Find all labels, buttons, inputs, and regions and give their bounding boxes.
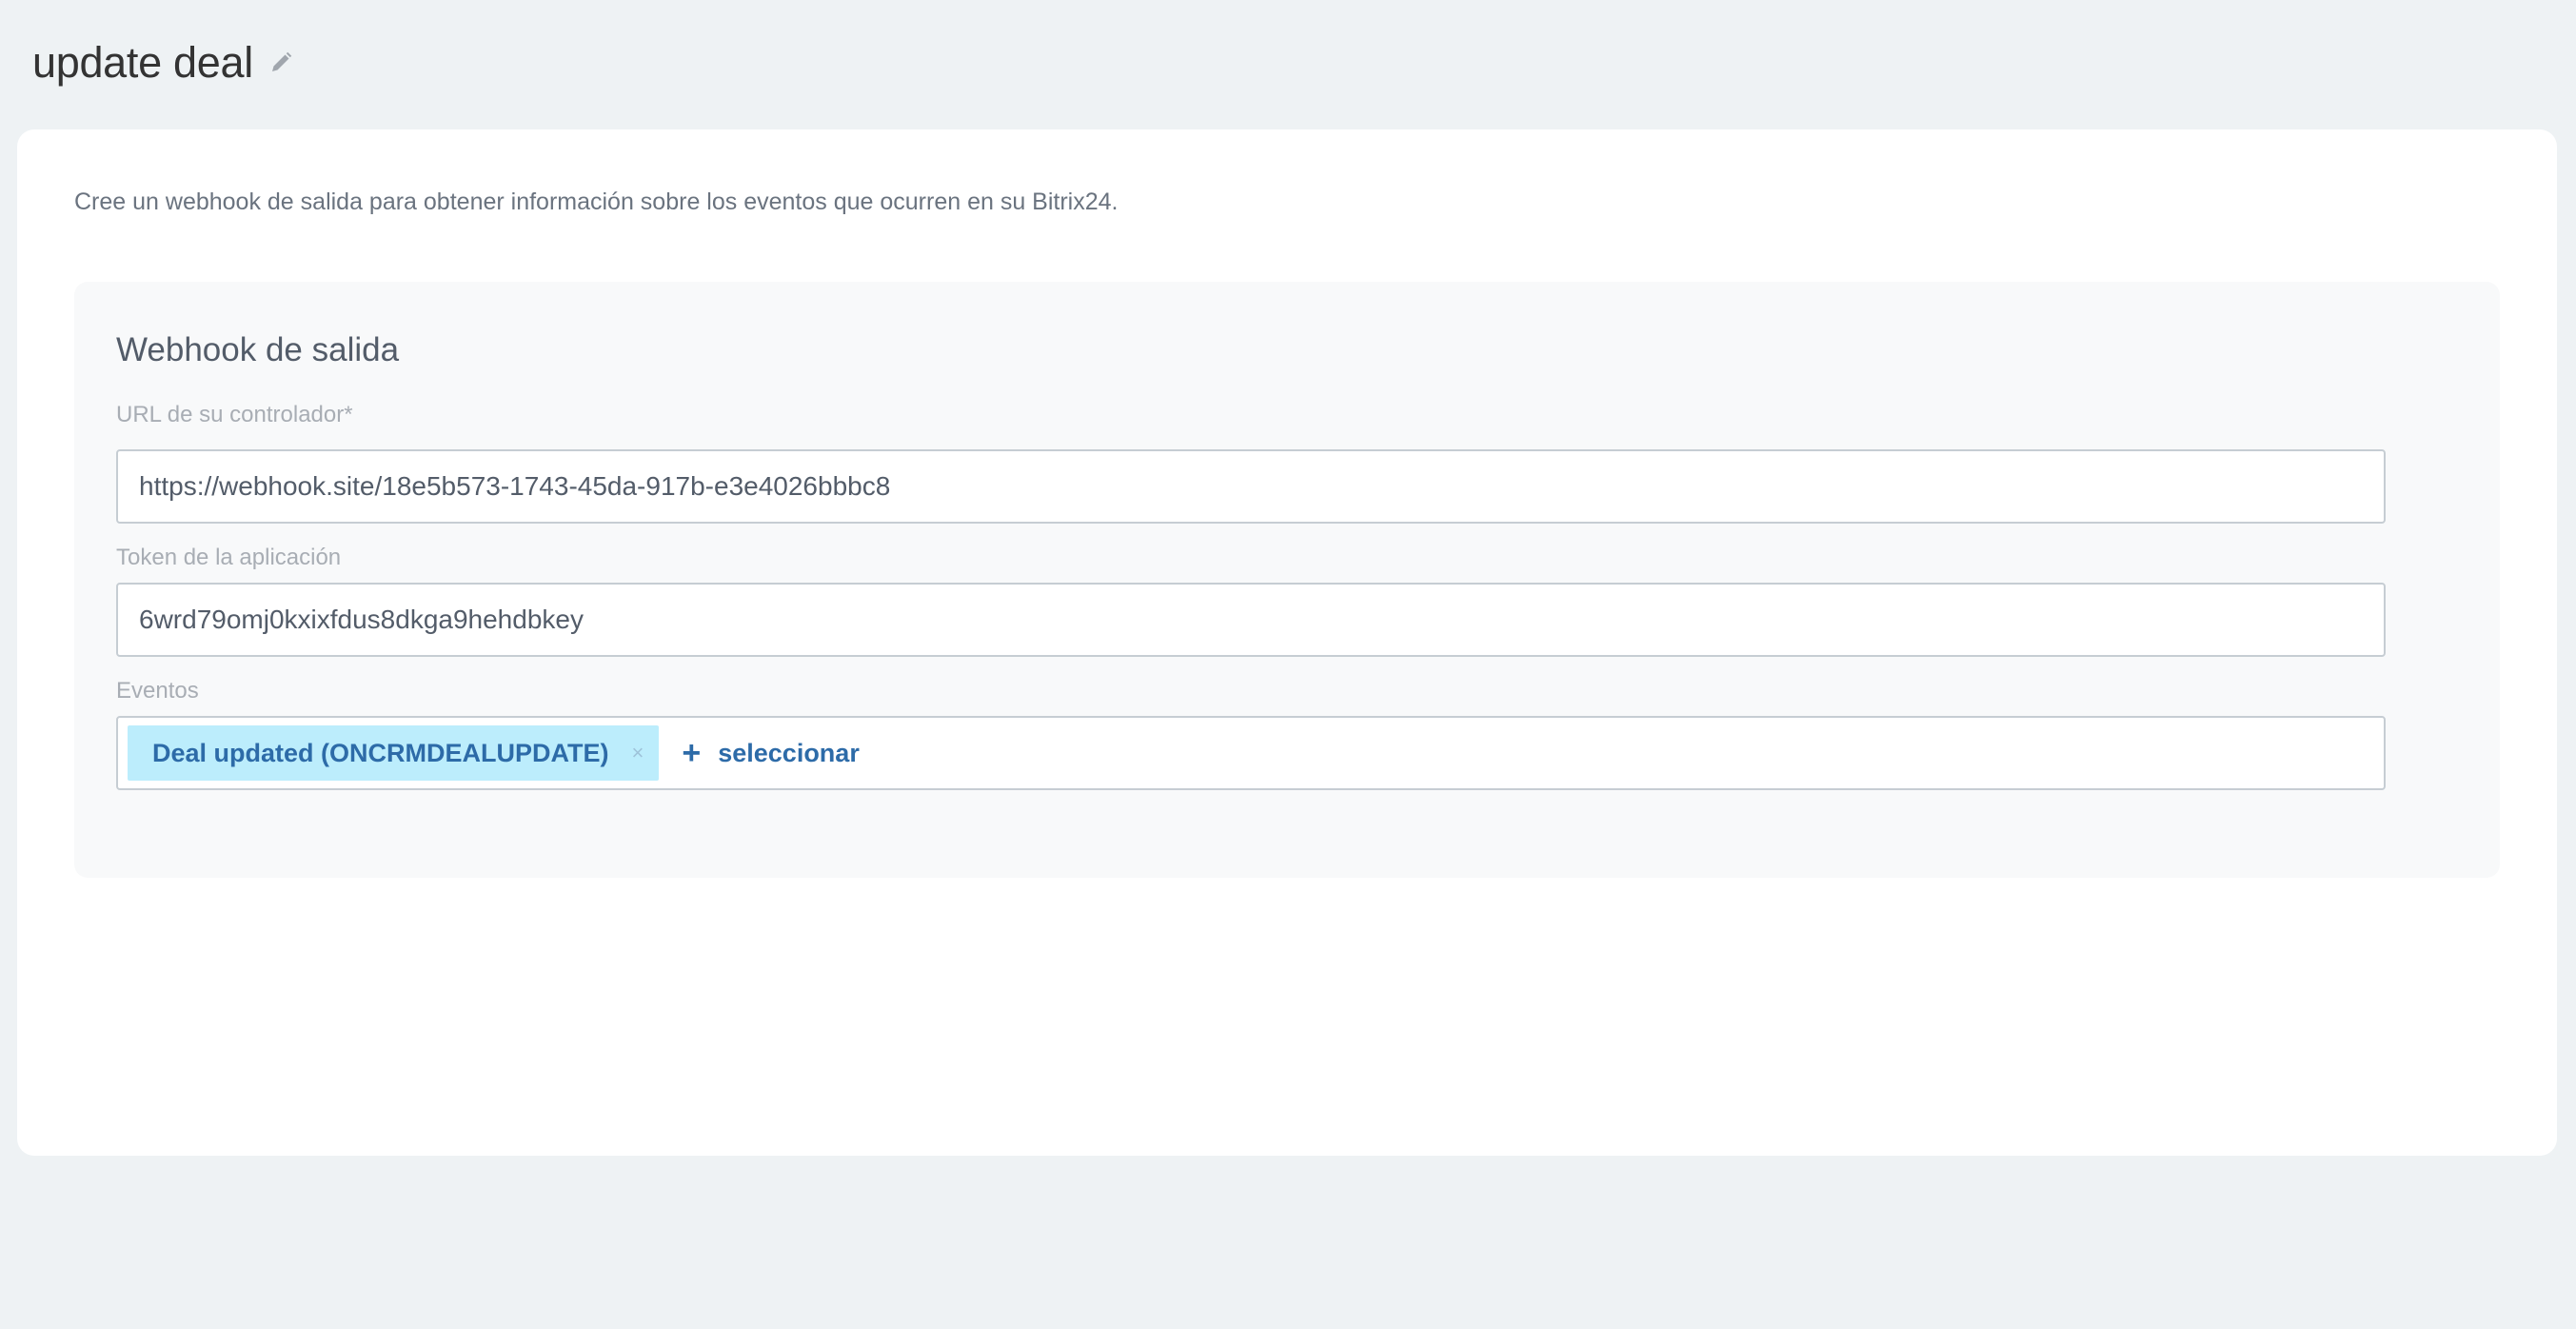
- close-icon[interactable]: ×: [632, 743, 644, 764]
- plus-icon: +: [682, 735, 702, 771]
- main-card: Cree un webhook de salida para obtener i…: [17, 129, 2557, 1156]
- events-selector[interactable]: Deal updated (ONCRMDEALUPDATE) × + selec…: [116, 716, 2386, 790]
- token-input[interactable]: [118, 585, 2384, 655]
- webhook-panel: Webhook de salida URL de su controlador*…: [74, 282, 2500, 878]
- page-title: update deal: [32, 38, 253, 87]
- url-field-label: URL de su controlador*: [116, 402, 353, 427]
- webhook-panel-title: Webhook de salida: [116, 331, 400, 368]
- events-field-label: Eventos: [116, 678, 199, 704]
- description-text: Cree un webhook de salida para obtener i…: [74, 188, 1119, 215]
- token-field-label: Token de la aplicación: [116, 545, 342, 570]
- event-tag-label: Deal updated (ONCRMDEALUPDATE): [152, 738, 609, 767]
- pencil-icon[interactable]: [268, 50, 293, 75]
- token-field-wrapper: [116, 583, 2386, 657]
- add-event-label: seleccionar: [718, 738, 860, 767]
- url-field-wrapper: [116, 449, 2386, 524]
- page-header: update deal: [32, 29, 293, 97]
- add-event-button[interactable]: + seleccionar: [682, 737, 859, 769]
- url-input[interactable]: [118, 451, 2384, 522]
- event-tag: Deal updated (ONCRMDEALUPDATE) ×: [128, 725, 660, 781]
